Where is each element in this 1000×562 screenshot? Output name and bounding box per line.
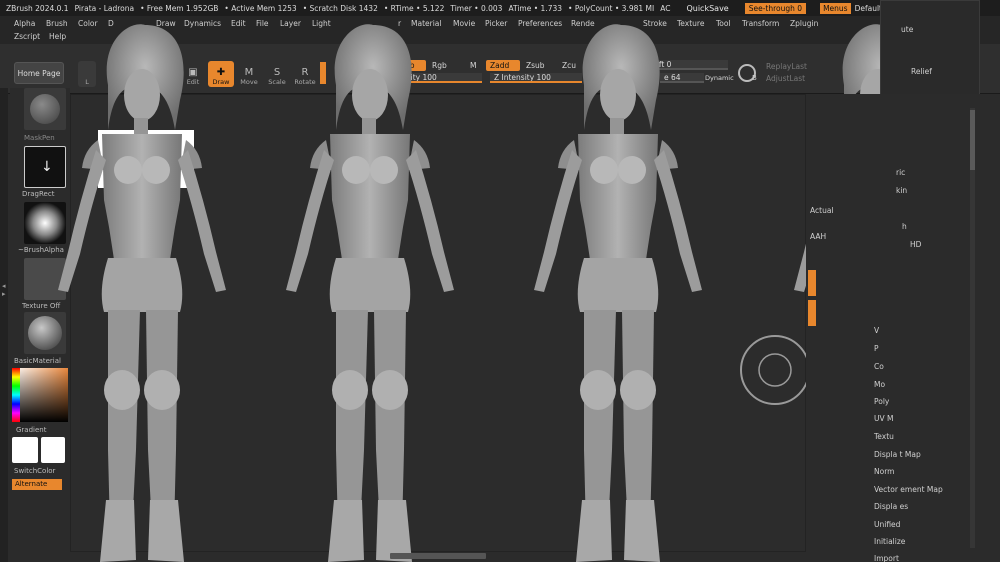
actual-button[interactable]: Actual [810, 206, 834, 215]
subtool-menu-v[interactable]: V [874, 326, 879, 335]
tray-item-1[interactable]: ric [896, 168, 905, 177]
right-tray-scrollbar[interactable] [970, 108, 975, 548]
figure-front [286, 24, 454, 562]
subtool-menu-p[interactable]: P [874, 344, 879, 353]
tray-item-6[interactable]: HD [910, 240, 921, 249]
subtool-menu-unified[interactable]: Unified [874, 520, 900, 529]
popup-item-2[interactable]: Relief [911, 67, 932, 76]
figure-front-left [58, 24, 226, 562]
subtool-menu-texture[interactable]: Textu [874, 432, 894, 441]
subtool-menu-co[interactable]: Co [874, 362, 884, 371]
subtool-menu-vector-displacement[interactable]: Vector ement Map [874, 485, 943, 494]
aahalf-button[interactable]: AAH [810, 232, 826, 241]
right-popup-panel: ute Relief operties [880, 0, 980, 108]
move-view-toggle[interactable] [808, 300, 816, 326]
frame-toggle[interactable] [808, 270, 816, 296]
subtool-menu-normal[interactable]: Norm [874, 467, 894, 476]
bottom-tray-handle[interactable] [390, 553, 486, 559]
figure-three-quarter [534, 24, 702, 562]
subtool-menu-poly[interactable]: Poly [874, 397, 889, 406]
scrollbar-thumb[interactable] [970, 110, 975, 170]
navigation-gizmo[interactable] [740, 335, 810, 405]
subtool-menu-initialize[interactable]: Initialize [874, 537, 905, 546]
subtool-menu-uv[interactable]: UV M [874, 414, 893, 423]
subtool-menu-displace-properties[interactable]: Displa es [874, 502, 908, 511]
subtool-menu-displacement-map[interactable]: Displa t Map [874, 450, 921, 459]
popup-item-1[interactable]: ute [901, 25, 913, 34]
subtool-menu-mo[interactable]: Mo [874, 380, 885, 389]
tray-item-2[interactable]: kin [896, 186, 907, 195]
subtool-menu-import[interactable]: Import [874, 554, 899, 562]
tray-item-5[interactable]: h [902, 222, 907, 231]
